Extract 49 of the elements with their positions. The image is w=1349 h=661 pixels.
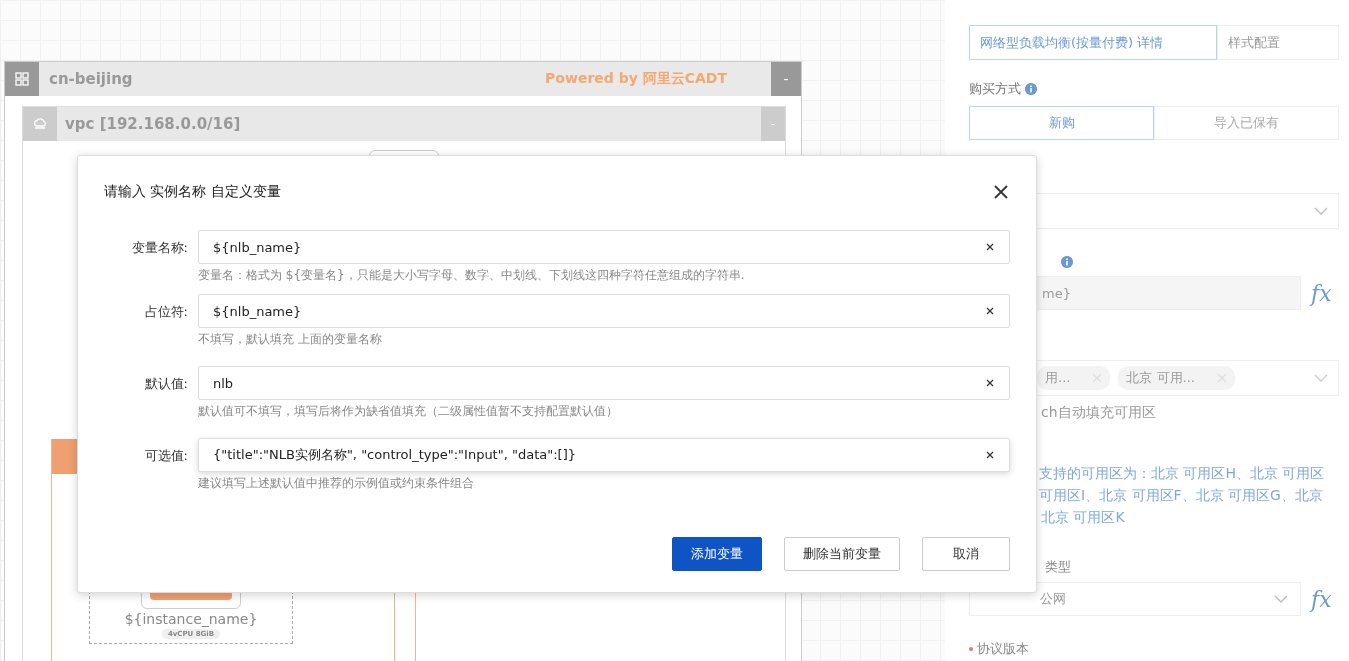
field-label: 默认值:	[143, 375, 188, 393]
chevron-down-icon	[1314, 207, 1328, 215]
region-title: cn-beijing	[49, 70, 134, 88]
select-value: 公网	[1040, 590, 1066, 608]
close-icon[interactable]	[994, 185, 1008, 199]
field-label: 变量名称:	[130, 239, 188, 257]
field-label: 协议版本	[977, 640, 1029, 658]
clear-icon[interactable]	[986, 379, 994, 387]
hint-text: ch自动填充可用区	[1041, 404, 1156, 422]
vpc-title: vpc [192.168.0.0/16]	[65, 115, 242, 133]
text-field[interactable]: ${nlb_name}	[198, 294, 1010, 328]
clear-icon[interactable]	[986, 451, 994, 459]
tag-label: 北京 可用...	[1126, 369, 1195, 387]
chevron-down-icon	[1274, 595, 1288, 603]
dialog-button[interactable]: 取消	[922, 537, 1010, 571]
clear-icon[interactable]	[986, 307, 994, 315]
zone-note: 北京 可用区K	[1041, 508, 1125, 527]
zone-note: 可用区I、北京 可用区F、北京 可用区G、北京	[1039, 486, 1323, 505]
info-icon	[1025, 83, 1037, 95]
hint-text: 默认值可不填写，填写后将作为缺省值填充（二级属性值暂不支持配置默认值）	[198, 403, 619, 420]
field-label: 购买方式	[969, 80, 1021, 98]
dialog-button[interactable]: 添加变量	[672, 537, 762, 571]
zone-note: 支持的可用区为：北京 可用区H、北京 可用区	[1039, 464, 1325, 483]
formula-button[interactable]: fx	[1311, 586, 1332, 612]
hint-text: 变量名：格式为 ${变量名}，只能是大小写字母、数字、中划线、下划线这四种字符任意组成的字符串.	[198, 267, 746, 284]
text-field[interactable]: {"title":"NLB实例名称", "control_type":"Input", "data":[]}	[198, 438, 1010, 472]
collapse-button[interactable]: -	[771, 62, 801, 96]
tag-label: 用...	[1045, 369, 1071, 387]
collapse-button[interactable]: -	[761, 107, 785, 141]
field-label: 可选值:	[143, 447, 188, 465]
hint-text: 不填写，默认填充 上面的变量名称	[198, 331, 383, 348]
text-field[interactable]: nlb	[198, 366, 1010, 400]
field-label: 占位符:	[143, 303, 188, 321]
dialog-title: 请输入 实例名称 自定义变量	[104, 183, 281, 201]
hint-text: 建议填写上述默认值中推荐的示例值或约束条件组合	[198, 475, 475, 492]
zone-header	[52, 439, 78, 474]
purchase-option[interactable]: 导入已保有	[1154, 106, 1339, 140]
text-field[interactable]: ${nlb_name}	[198, 230, 1010, 264]
field-label: 类型	[1044, 558, 1072, 576]
purchase-option[interactable]: 新购	[969, 106, 1154, 140]
powered-by-text: Powered by 阿里云CADT	[545, 70, 727, 88]
tab[interactable]: 网络型负载均衡(按量付费) 详情	[969, 25, 1217, 60]
clear-icon[interactable]	[986, 243, 994, 251]
dialog-button[interactable]: 删除当前变量	[784, 537, 900, 571]
chevron-down-icon	[1314, 374, 1328, 382]
tab[interactable]: 样式配置	[1217, 25, 1339, 60]
info-icon	[1061, 256, 1073, 268]
instance-name: ${instance_name}	[124, 611, 258, 627]
formula-button[interactable]: fx	[1311, 280, 1332, 306]
